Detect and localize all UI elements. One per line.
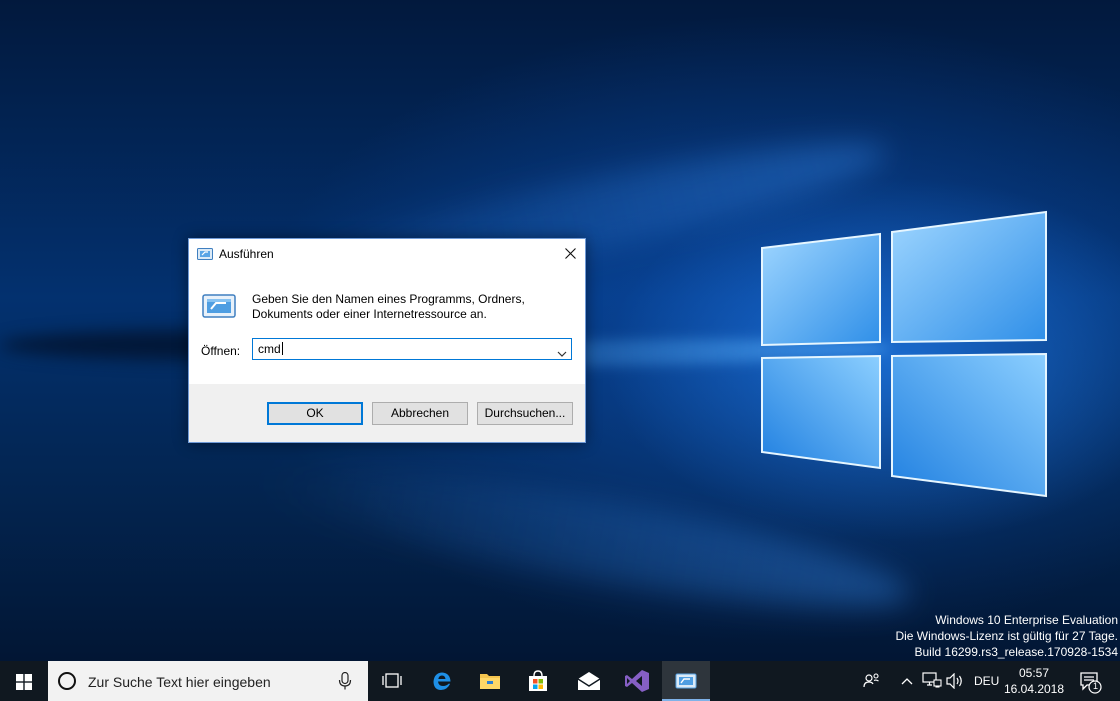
clock-date: 16.04.2018 (1003, 682, 1065, 696)
network-icon (922, 672, 942, 688)
dialog-title-bar[interactable]: Ausführen (189, 239, 585, 269)
store-icon (529, 670, 547, 691)
taskbar: Zur Suche Text hier eingeben DEU 05:57 1… (0, 661, 1120, 701)
run-dialog: Ausführen Geben Sie den Namen eines Prog… (188, 238, 586, 443)
people-icon (863, 673, 879, 688)
open-input-value[interactable]: cmd (258, 342, 283, 356)
edge-button[interactable] (418, 661, 466, 701)
visual-studio-icon (625, 670, 649, 692)
windows-logo-wallpaper (740, 190, 1070, 520)
clock-time: 05:57 (1018, 666, 1050, 680)
watermark-edition: Windows 10 Enterprise Evaluation (935, 613, 1118, 627)
dialog-description: Geben Sie den Namen eines Programms, Ord… (252, 292, 552, 322)
chevron-up-icon (901, 678, 913, 685)
search-placeholder: Zur Suche Text hier eingeben (88, 674, 271, 690)
folder-icon (480, 674, 500, 689)
dialog-button-area: OK Abbrechen Durchsuchen... (189, 384, 585, 442)
edge-icon (433, 672, 451, 690)
text-cursor (281, 342, 283, 355)
cortana-icon (58, 672, 76, 690)
start-button[interactable] (0, 661, 48, 701)
volume-button[interactable] (944, 661, 968, 701)
clock[interactable]: 05:57 16.04.2018 (1002, 665, 1066, 697)
windows-start-icon (16, 674, 32, 690)
people-button[interactable] (858, 661, 886, 701)
search-box[interactable]: Zur Suche Text hier eingeben (48, 661, 368, 701)
run-icon (675, 673, 697, 689)
task-view-button[interactable] (368, 661, 416, 701)
description-line: Dokuments oder einer Internetressource a… (252, 307, 487, 321)
network-button[interactable] (920, 661, 944, 701)
activation-watermark: Windows 10 Enterprise Evaluation Die Win… (895, 612, 1118, 660)
close-icon (564, 248, 576, 259)
open-label: Öffnen: (201, 344, 241, 358)
browse-button[interactable]: Durchsuchen... (477, 402, 573, 425)
cancel-button[interactable]: Abbrechen (372, 402, 468, 425)
notification-badge: 1 (1092, 681, 1098, 691)
watermark-build: Build 16299.rs3_release.170928-1534 (914, 645, 1119, 659)
description-line: Geben Sie den Namen eines Programms, Ord… (252, 292, 525, 306)
close-button[interactable] (555, 239, 585, 269)
visual-studio-button[interactable] (612, 661, 660, 701)
action-center-button[interactable]: 1 (1078, 670, 1102, 694)
volume-icon (946, 673, 962, 689)
open-input-text: cmd (258, 342, 281, 356)
microphone-icon[interactable] (338, 671, 352, 690)
open-combobox[interactable]: cmd (252, 338, 572, 360)
input-language[interactable]: DEU (974, 674, 999, 688)
watermark-license: Die Windows-Lizenz ist gültig für 27 Tag… (895, 629, 1118, 643)
file-explorer-button[interactable] (466, 661, 514, 701)
task-view-icon (382, 673, 402, 688)
mail-icon (577, 672, 601, 690)
show-hidden-icons-button[interactable] (896, 661, 918, 701)
ok-button[interactable]: OK (267, 402, 363, 425)
run-taskbar-button[interactable] (662, 661, 710, 701)
mail-button[interactable] (564, 661, 612, 701)
dialog-title: Ausführen (219, 247, 274, 261)
store-button[interactable] (514, 661, 562, 701)
chevron-down-icon[interactable] (557, 345, 567, 357)
run-icon (197, 247, 213, 261)
run-program-icon (202, 292, 236, 320)
